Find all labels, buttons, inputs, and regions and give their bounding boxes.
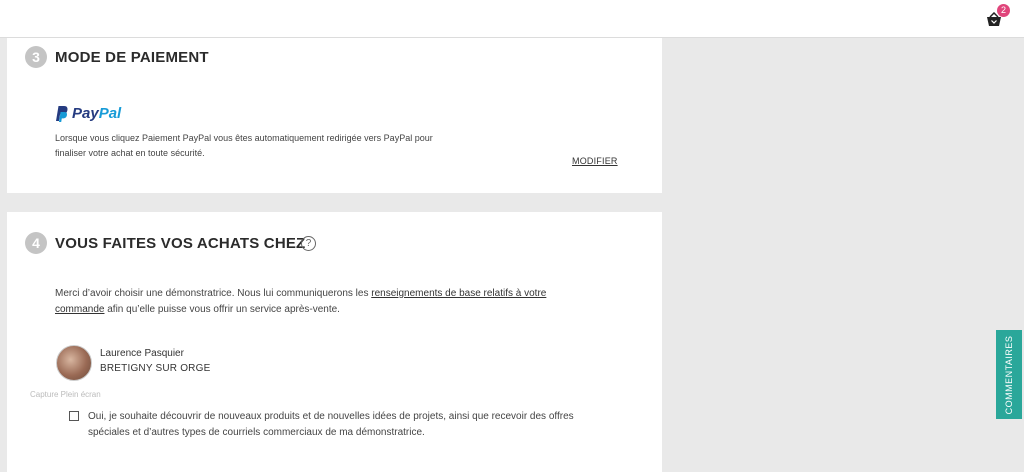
payment-description-line1: Lorsque vous cliquez Paiement PayPal vou… [55, 133, 433, 143]
newsletter-label-line2[interactable]: spéciales et d’autres types de courriels… [88, 424, 425, 441]
help-icon[interactable]: ? [301, 236, 316, 251]
paypal-wordmark: PayPal [72, 105, 121, 122]
modify-payment-link[interactable]: MODIFIER [572, 156, 618, 166]
top-bar: 2 [0, 0, 1024, 38]
step-number-badge: 3 [25, 46, 47, 68]
shopping-with-card: 4 VOUS FAITES VOS ACHATS CHEZ ? Merci d’… [7, 212, 662, 472]
feedback-tab[interactable]: COMMENTAIRES [996, 330, 1022, 419]
intro-text: Merci d’avoir choisir une démonstratrice… [55, 288, 372, 299]
intro-line2: commande afin qu’elle puisse vous offrir… [55, 301, 340, 318]
intro-line1: Merci d’avoir choisir une démonstratrice… [55, 285, 546, 302]
cart-button[interactable]: 2 [986, 4, 1010, 27]
cart-count-badge: 2 [997, 4, 1010, 17]
demonstrator-name: Laurence Pasquier [100, 348, 184, 359]
intro-text-end: afin qu’elle puisse vous offrir un servi… [104, 304, 340, 315]
section-title: VOUS FAITES VOS ACHATS CHEZ [55, 235, 306, 252]
payment-method-card: 3 MODE DE PAIEMENT PayPal Lorsque vous c… [7, 38, 662, 193]
paypal-wordmark-pal: Pal [98, 105, 122, 122]
paypal-p-icon [56, 106, 68, 122]
demonstrator-avatar [56, 345, 92, 381]
basic-info-link-continued[interactable]: commande [55, 304, 104, 315]
step-number-badge: 4 [25, 232, 47, 254]
screen-capture-label: Capture Plein écran [30, 390, 101, 399]
section-title: MODE DE PAIEMENT [55, 49, 209, 66]
demonstrator-city: BRETIGNY SUR ORGE [100, 363, 211, 374]
newsletter-label-line1[interactable]: Oui, je souhaite découvrir de nouveaux p… [88, 408, 574, 425]
basic-info-link[interactable]: renseignements de base relatifs à votre [371, 288, 546, 299]
paypal-wordmark-pay: Pay [72, 105, 99, 122]
payment-description-line2: finaliser votre achat en toute sécurité. [55, 148, 205, 158]
newsletter-checkbox[interactable] [69, 411, 79, 421]
paypal-logo: PayPal [54, 105, 121, 122]
feedback-tab-label: COMMENTAIRES [1004, 335, 1014, 414]
